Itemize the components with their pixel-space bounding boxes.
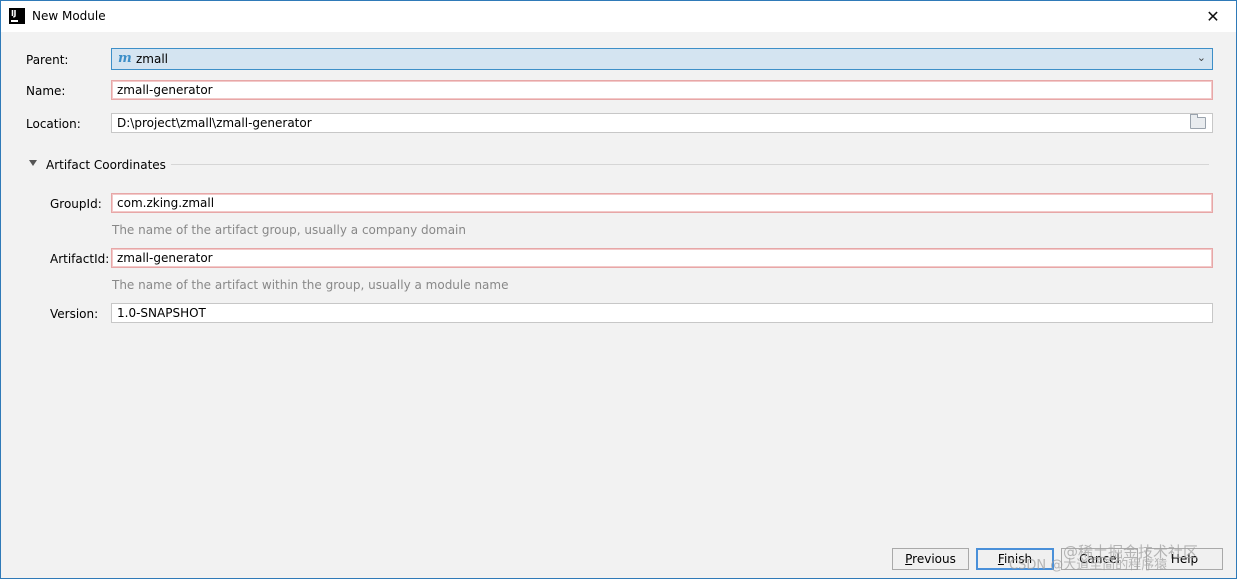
groupid-hint: The name of the artifact group, usually …: [112, 223, 466, 237]
artifact-section-title[interactable]: Artifact Coordinates: [46, 158, 166, 172]
parent-label: Parent:: [26, 53, 69, 67]
groupid-field[interactable]: com.zking.zmall: [111, 193, 1213, 213]
version-label: Version:: [50, 307, 99, 321]
maven-module-icon: m: [118, 51, 132, 66]
groupid-label: GroupId:: [50, 197, 102, 211]
name-field[interactable]: zmall-generator: [111, 80, 1213, 100]
parent-value: zmall: [136, 52, 169, 66]
artifactid-label: ArtifactId:: [50, 252, 110, 266]
location-value: D:\project\zmall\zmall-generator: [117, 116, 312, 130]
title-bar: IJ New Module ✕: [1, 1, 1236, 32]
close-icon[interactable]: ✕: [1190, 1, 1236, 32]
parent-select[interactable]: m zmall ⌄: [111, 48, 1213, 70]
name-label: Name:: [26, 84, 66, 98]
artifactid-hint: The name of the artifact within the grou…: [112, 278, 509, 292]
folder-icon[interactable]: [1190, 114, 1206, 129]
new-module-dialog: IJ New Module ✕ Parent: m zmall ⌄ Name: …: [0, 0, 1237, 579]
artifactid-field[interactable]: zmall-generator: [111, 248, 1213, 268]
chevron-down-icon[interactable]: ⌄: [1197, 51, 1206, 64]
section-divider: [171, 164, 1209, 165]
version-field[interactable]: 1.0-SNAPSHOT: [111, 303, 1213, 323]
previous-button[interactable]: Previous: [892, 548, 969, 570]
location-label: Location:: [26, 117, 81, 131]
window-title: New Module: [32, 9, 106, 23]
watermark-line-2: CSDN @大道至简的程序猿: [1009, 558, 1168, 573]
location-field[interactable]: D:\project\zmall\zmall-generator: [111, 113, 1213, 133]
intellij-app-icon: IJ: [9, 8, 25, 24]
collapse-triangle-icon[interactable]: [29, 160, 37, 166]
